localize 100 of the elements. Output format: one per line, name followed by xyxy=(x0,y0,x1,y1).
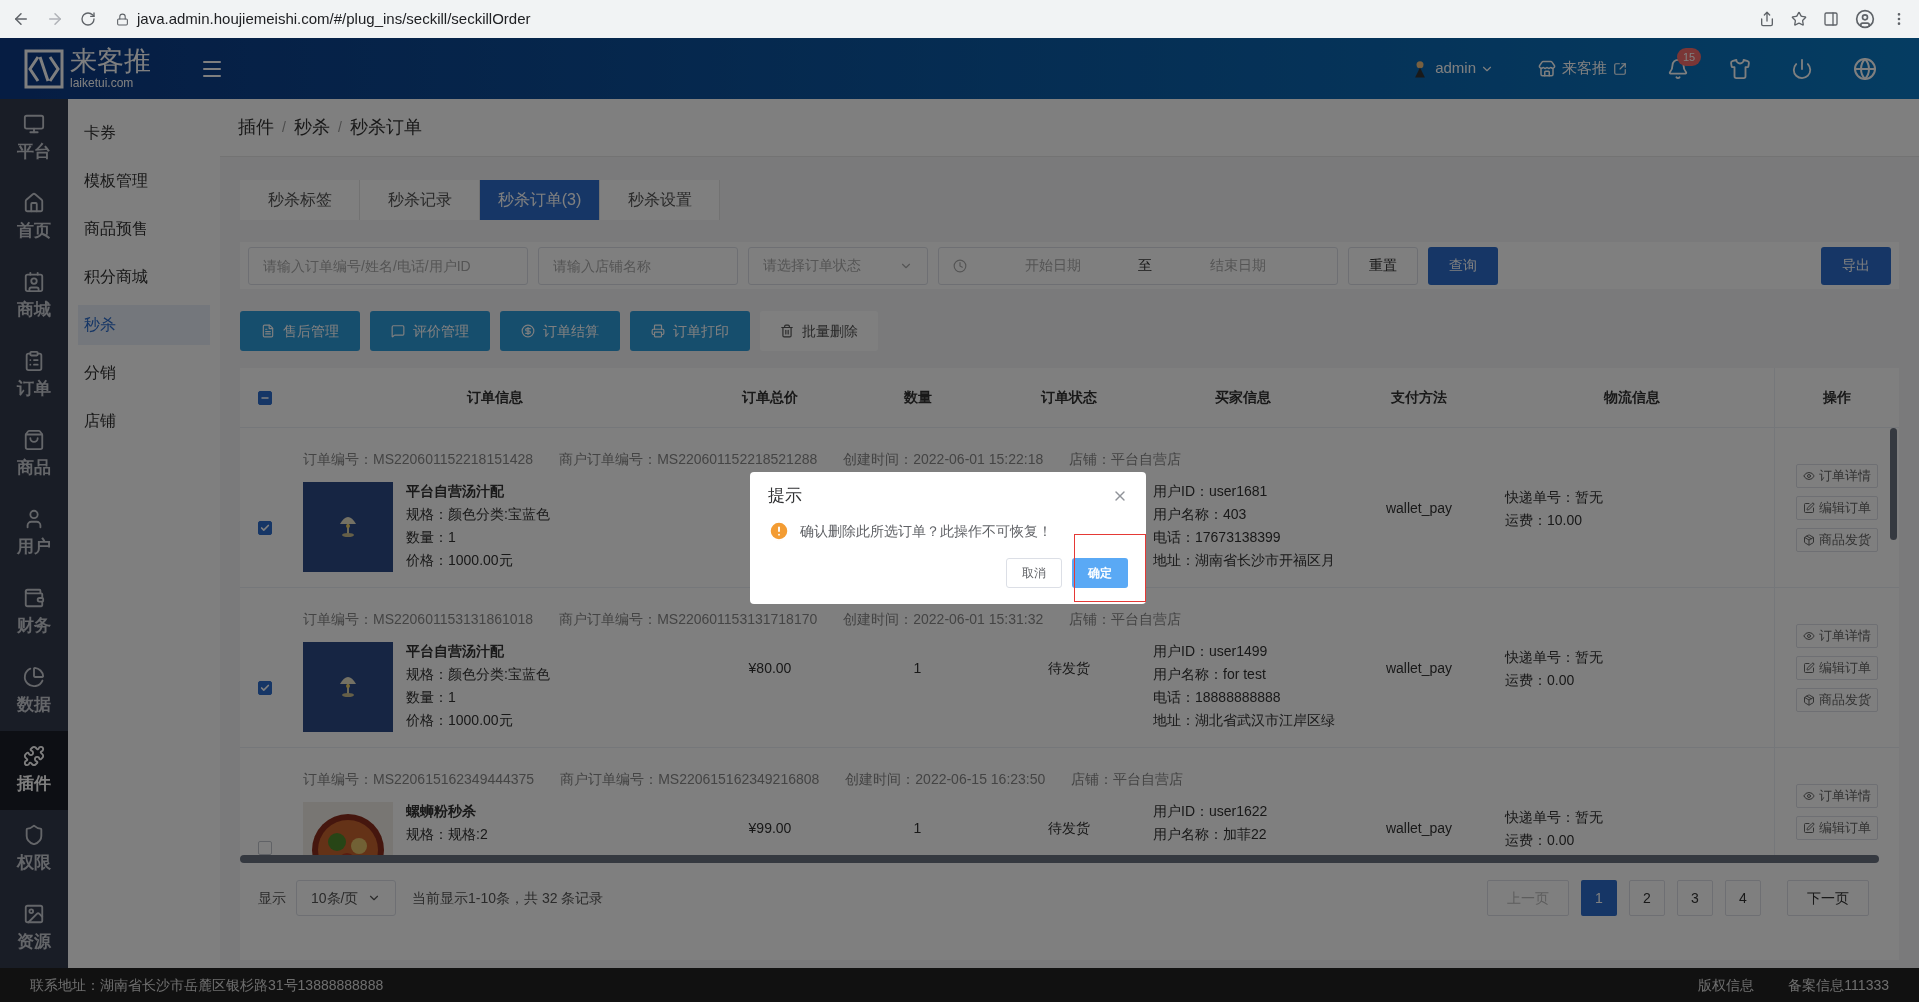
checkbox[interactable] xyxy=(258,681,272,695)
page-button[interactable]: 2 xyxy=(1629,880,1665,916)
nav-item[interactable]: 订单 xyxy=(0,336,68,415)
shirt-icon[interactable] xyxy=(1729,57,1751,80)
buyer-info: 地址：湖南省长沙市开福区月 xyxy=(1153,551,1336,570)
row-action-button[interactable]: 订单详情 xyxy=(1796,784,1878,808)
order-number: 订单编号：MS220601153131861018 xyxy=(303,610,534,629)
checkbox[interactable] xyxy=(258,841,272,855)
submenu-item[interactable]: 秒杀 xyxy=(78,305,210,345)
check-icon xyxy=(260,683,270,693)
dialog-title: 提示 xyxy=(768,485,802,508)
row-action-button[interactable]: 编辑订单 xyxy=(1796,816,1878,840)
logo-title: 来客推 xyxy=(70,48,151,75)
submenu-item[interactable]: 店铺 xyxy=(78,401,210,441)
page-button[interactable]: 4 xyxy=(1725,880,1761,916)
page-size-label: 显示 xyxy=(258,888,286,908)
created-time: 创建时间：2022-06-01 15:31:32 xyxy=(843,610,1044,629)
reset-button[interactable]: 重置 xyxy=(1348,246,1418,285)
submenu-item[interactable]: 积分商城 xyxy=(78,257,210,297)
tab[interactable]: 秒杀设置 xyxy=(600,180,720,220)
action-button[interactable]: 售后管理 xyxy=(240,311,360,351)
action-button[interactable]: 订单打印 xyxy=(630,311,750,351)
breadcrumb-item[interactable]: 插件 xyxy=(238,114,274,141)
image-icon xyxy=(23,902,45,925)
footer-link[interactable]: 备案信息111333 xyxy=(1788,974,1889,996)
action-button[interactable]: 订单结算 xyxy=(500,311,620,351)
lock-icon xyxy=(116,12,129,26)
nav-item[interactable]: 平台 xyxy=(0,99,68,178)
cancel-button[interactable]: 取消 xyxy=(1006,558,1062,588)
product-name: 平台自营汤汁配 xyxy=(406,482,505,501)
shield-icon xyxy=(23,823,45,846)
share-icon[interactable] xyxy=(1759,11,1775,27)
tab[interactable]: 秒杀标签 xyxy=(240,180,360,220)
action-button[interactable]: 批量删除 xyxy=(760,311,878,351)
next-page-button[interactable]: 下一页 xyxy=(1787,880,1869,916)
tab[interactable]: 秒杀记录 xyxy=(360,180,480,220)
globe-icon[interactable] xyxy=(1853,56,1877,81)
row-action-button[interactable]: 订单详情 xyxy=(1796,624,1878,648)
buyer-info: 用户名称：403 xyxy=(1153,505,1248,524)
submenu-item[interactable]: 分销 xyxy=(78,353,210,393)
product-name: 螺蛳粉秒杀 xyxy=(406,802,477,821)
nav-item[interactable]: 商城 xyxy=(0,257,68,336)
submenu-item[interactable]: 模板管理 xyxy=(78,161,210,201)
vertical-scrollbar[interactable] xyxy=(1890,428,1897,540)
submenu-item[interactable]: 卡券 xyxy=(78,113,210,153)
store-icon xyxy=(1538,59,1556,78)
clock-icon xyxy=(953,258,967,273)
nav-item[interactable]: 插件 xyxy=(0,731,68,810)
forward-icon[interactable] xyxy=(46,10,64,28)
buyer-info: 电话：18888888888 xyxy=(1153,688,1282,707)
buyer-info: 用户ID：user1499 xyxy=(1153,642,1269,661)
nav-item[interactable]: 财务 xyxy=(0,573,68,652)
export-button[interactable]: 导出 xyxy=(1821,246,1891,285)
nav-item[interactable]: 资源 xyxy=(0,889,68,968)
pie-chart-icon xyxy=(23,665,45,688)
user-menu[interactable]: admin xyxy=(1435,57,1494,80)
row-action-button[interactable]: 商品发货 xyxy=(1796,688,1878,712)
nav-item[interactable]: 权限 xyxy=(0,810,68,889)
row-action-button[interactable]: 编辑订单 xyxy=(1796,496,1878,520)
tab[interactable]: 秒杀订单(3) xyxy=(480,180,600,220)
column-header: 订单状态 xyxy=(1041,388,1097,407)
store-link[interactable]: 来客推 xyxy=(1538,57,1627,80)
store-name: 店铺：平台自营店 xyxy=(1069,610,1182,629)
submenu-item[interactable]: 商品预售 xyxy=(78,209,210,249)
merchant-order-number: 商户订单编号：MS220601152218521288 xyxy=(559,450,818,469)
column-header: 订单总价 xyxy=(742,388,798,407)
back-icon[interactable] xyxy=(12,10,30,28)
horizontal-scrollbar[interactable] xyxy=(240,855,1879,863)
logistics-info: 运费：10.00 xyxy=(1505,511,1584,530)
document-icon xyxy=(261,324,275,338)
page-button[interactable]: 1 xyxy=(1581,880,1617,916)
reload-icon[interactable] xyxy=(80,11,96,27)
column-header: 订单信息 xyxy=(467,388,523,407)
checkbox[interactable] xyxy=(258,521,272,535)
page-button[interactable]: 3 xyxy=(1677,880,1713,916)
logistics-info: 快递单号：暂无 xyxy=(1505,648,1604,667)
merchant-order-number: 商户订单编号：MS220615162349216808 xyxy=(560,770,820,789)
edit-icon xyxy=(1803,662,1815,674)
profile-icon[interactable] xyxy=(1855,9,1875,29)
page-size-select[interactable]: 10条/页 xyxy=(296,880,396,916)
bookmark-icon[interactable] xyxy=(1791,11,1807,27)
breadcrumb-separator: / xyxy=(282,118,286,137)
side-panel-icon[interactable] xyxy=(1823,11,1839,27)
footer-link[interactable]: 版权信息 xyxy=(1698,974,1755,996)
payment-method: wallet_pay xyxy=(1385,659,1453,678)
nav-item[interactable]: 数据 xyxy=(0,652,68,731)
power-icon[interactable] xyxy=(1791,57,1813,80)
breadcrumb-item[interactable]: 秒杀 xyxy=(293,114,330,141)
row-action-button[interactable]: 商品发货 xyxy=(1796,528,1878,552)
nav-item[interactable]: 首页 xyxy=(0,178,68,257)
checkbox[interactable] xyxy=(258,390,272,405)
store-name: 店铺：平台自营店 xyxy=(1069,450,1182,469)
confirm-button[interactable]: 确定 xyxy=(1072,558,1128,588)
nav-item[interactable]: 用户 xyxy=(0,494,68,573)
logo-icon xyxy=(24,48,64,89)
row-action-button[interactable]: 订单详情 xyxy=(1796,464,1878,488)
row-action-button[interactable]: 编辑订单 xyxy=(1796,656,1878,680)
action-button[interactable]: 评价管理 xyxy=(370,311,490,351)
nav-item[interactable]: 商品 xyxy=(0,415,68,494)
query-button[interactable]: 查询 xyxy=(1428,246,1498,285)
